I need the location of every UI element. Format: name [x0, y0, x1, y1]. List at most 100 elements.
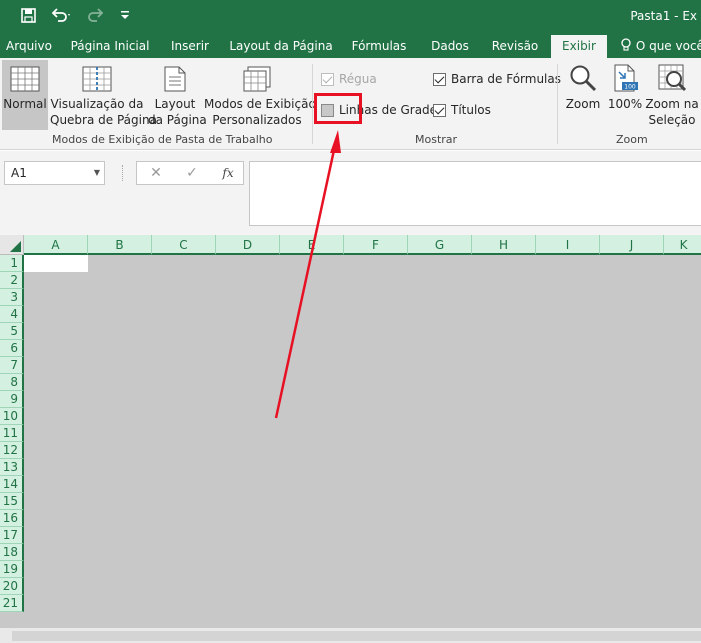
row-header[interactable]: 20 [0, 578, 24, 595]
row-header[interactable]: 4 [0, 306, 24, 323]
headings-label: Títulos [451, 103, 491, 117]
row-header[interactable]: 14 [0, 476, 24, 493]
tell-me-search[interactable]: O que você [620, 36, 701, 56]
tab-arquivo[interactable]: Arquivo [3, 36, 55, 58]
tell-me-label: O que você [635, 39, 701, 53]
row-header[interactable]: 1 [0, 255, 24, 272]
title-bar: Pasta1 - Ex [0, 0, 701, 32]
formula-bar-check-box [433, 72, 446, 86]
save-icon[interactable] [18, 6, 38, 24]
page-break-preview-icon [82, 66, 112, 92]
views-group-label: Modos de Exibição de Pasta de Trabalho [52, 133, 273, 146]
tab-exibir[interactable]: Exibir [551, 35, 607, 58]
row-header[interactable]: 17 [0, 527, 24, 544]
zoom-selection-button[interactable]: Zoom na Seleção [645, 60, 699, 132]
column-header[interactable]: K [664, 235, 701, 255]
column-header[interactable]: J [600, 235, 664, 255]
ruler-checkbox[interactable]: Régua [321, 72, 377, 86]
column-header[interactable]: A [24, 235, 88, 255]
zoom-selection-icon [658, 64, 687, 92]
row-header[interactable]: 21 [0, 595, 24, 612]
column-header[interactable]: E [280, 235, 344, 255]
gridlines-highlight-box [314, 93, 362, 124]
row-header[interactable]: 19 [0, 561, 24, 578]
tab-dados[interactable]: Dados [424, 36, 476, 58]
ribbon-tabs: Arquivo Página Inicial Inserir Layout da… [0, 32, 701, 58]
zoom-group-label: Zoom [616, 133, 648, 146]
redo-icon[interactable] [84, 6, 110, 24]
enter-icon[interactable]: ✓ [181, 164, 203, 182]
normal-view-label: Normal [3, 97, 47, 111]
tab-revisao[interactable]: Revisão [486, 36, 544, 58]
svg-text:100: 100 [624, 84, 636, 91]
magnifier-icon [569, 64, 597, 92]
custom-views-label-1: Modos de Exibição [204, 97, 316, 111]
row-header[interactable]: 13 [0, 459, 24, 476]
row-header[interactable]: 10 [0, 408, 24, 425]
insert-function-icon[interactable]: fx [217, 164, 239, 182]
custom-views-icon [243, 66, 271, 92]
headings-checkbox[interactable]: Títulos [433, 103, 491, 117]
row-header[interactable]: 6 [0, 340, 24, 357]
row-header[interactable]: 15 [0, 493, 24, 510]
select-all-button[interactable] [0, 235, 24, 255]
group-separator [312, 64, 313, 144]
tab-pagina-inicial[interactable]: Página Inicial [66, 36, 154, 58]
sheet-tab-strip [0, 627, 701, 643]
lightbulb-icon [620, 38, 636, 53]
formula-buttons: ✕ ✓ fx [136, 161, 244, 185]
custom-views-button[interactable]: Modos de Exibição Personalizados [204, 60, 316, 132]
formula-bar-grip[interactable] [122, 165, 126, 181]
page-break-preview-label-1: Visualização da [50, 97, 144, 111]
row-header[interactable]: 12 [0, 442, 24, 459]
formula-bar-checkbox[interactable]: Barra de Fórmulas [433, 72, 561, 86]
column-header[interactable]: F [344, 235, 408, 255]
chevron-down-icon[interactable]: ▼ [94, 162, 100, 184]
column-header[interactable]: D [216, 235, 280, 255]
formula-input[interactable] [249, 161, 701, 226]
row-header[interactable]: 9 [0, 391, 24, 408]
normal-view-button[interactable]: Normal [2, 60, 48, 130]
normal-view-icon [10, 66, 40, 92]
page-layout-view-button[interactable]: Layout da Página [148, 60, 207, 132]
cancel-icon[interactable]: ✕ [145, 164, 167, 182]
page-layout-label-1: Layout [154, 97, 196, 111]
column-header[interactable]: C [152, 235, 216, 255]
ruler-check-box [321, 72, 334, 86]
column-header[interactable]: G [408, 235, 472, 255]
show-group-label: Mostrar [415, 133, 458, 146]
row-header[interactable]: 11 [0, 425, 24, 442]
zoom-selection-label-2: Seleção [648, 113, 696, 127]
row-header[interactable]: 8 [0, 374, 24, 391]
group-separator [557, 64, 558, 144]
column-header[interactable]: B [88, 235, 152, 255]
row-header[interactable]: 16 [0, 510, 24, 527]
headings-check-box [433, 103, 446, 117]
tab-layout-da-pagina[interactable]: Layout da Página [226, 36, 336, 58]
row-header[interactable]: 3 [0, 289, 24, 306]
worksheet-grid[interactable]: ABCDEFGHIJK 1 2 3 4 5 6 7 8 9 10 11 12 13 14 15 16 17 18 1… [0, 235, 701, 627]
page-break-preview-button[interactable]: Visualização da Quebra de Página [50, 60, 157, 132]
zoom-100-label: 100% [607, 97, 643, 111]
horizontal-scrollbar[interactable] [12, 631, 701, 641]
tab-formulas[interactable]: Fórmulas [346, 36, 412, 58]
active-cell-a1[interactable] [24, 255, 88, 272]
formula-bar-label: Barra de Fórmulas [451, 72, 561, 86]
column-header[interactable]: H [472, 235, 536, 255]
row-header[interactable]: 7 [0, 357, 24, 374]
page-layout-icon [164, 66, 186, 92]
customize-qat-icon[interactable] [118, 6, 132, 24]
zoom-100-button[interactable]: 100 100% [606, 60, 644, 130]
zoom-label: Zoom [565, 97, 601, 111]
row-header[interactable]: 2 [0, 272, 24, 289]
page-break-preview-label-2: Quebra de Página [50, 113, 157, 127]
row-header[interactable]: 5 [0, 323, 24, 340]
tab-inserir[interactable]: Inserir [166, 36, 214, 58]
name-box-value: A1 [11, 166, 27, 180]
zoom-selection-label-1: Zoom na [645, 97, 699, 111]
column-header[interactable]: I [536, 235, 600, 255]
undo-icon[interactable] [48, 6, 74, 24]
row-header[interactable]: 18 [0, 544, 24, 561]
name-box[interactable]: A1 ▼ [4, 161, 105, 185]
zoom-button[interactable]: Zoom [562, 60, 604, 130]
